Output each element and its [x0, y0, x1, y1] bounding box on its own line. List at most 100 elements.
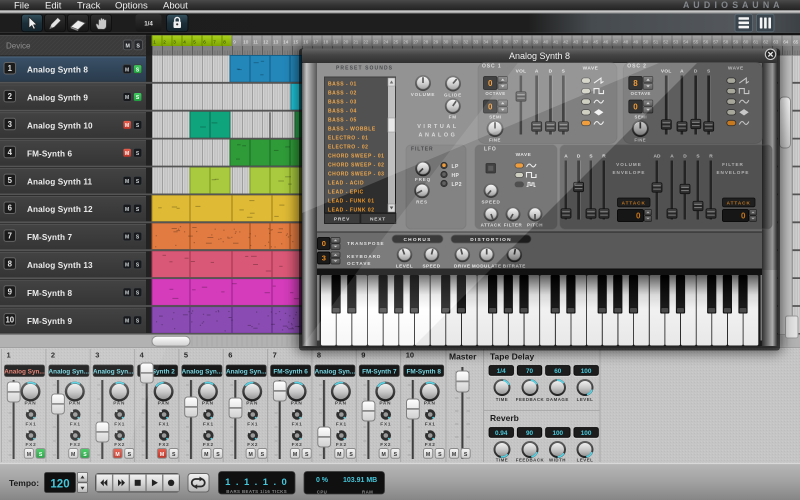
svg-text:43: 43 [573, 40, 579, 45]
svg-text:0: 0 [322, 239, 326, 248]
svg-text:FX2: FX2 [425, 442, 436, 447]
svg-text:7: 7 [8, 232, 12, 241]
svg-text:33: 33 [473, 40, 479, 45]
svg-text:M: M [337, 452, 341, 458]
svg-text:100: 100 [581, 368, 592, 375]
svg-text:62: 62 [763, 40, 769, 45]
svg-text:PAN: PAN [246, 401, 258, 406]
svg-text:FX2: FX2 [247, 442, 258, 447]
svg-text:Edit: Edit [45, 1, 62, 12]
svg-text:103.91 MB: 103.91 MB [343, 477, 377, 484]
svg-text:Analog Synth 11: Analog Synth 11 [27, 177, 93, 186]
svg-text:LEVEL: LEVEL [577, 457, 594, 462]
svg-text:5: 5 [184, 351, 188, 360]
svg-text:M: M [125, 123, 129, 129]
svg-text:FX1: FX1 [247, 421, 258, 426]
svg-text:14: 14 [283, 40, 289, 45]
svg-text:39: 39 [533, 40, 539, 45]
svg-text:1: 1 [153, 40, 156, 45]
svg-text:64: 64 [783, 40, 789, 45]
svg-text:36: 36 [503, 40, 509, 45]
svg-text:S: S [394, 452, 398, 458]
svg-text:M: M [125, 291, 129, 297]
svg-text:S: S [172, 452, 176, 458]
svg-text:Track: Track [77, 1, 101, 12]
svg-text:28: 28 [423, 40, 429, 45]
svg-text:1 . 1 . 1 . 0: 1 . 1 . 1 . 0 [225, 477, 288, 488]
svg-text:LEAD - FUNK 02: LEAD - FUNK 02 [328, 208, 375, 214]
svg-text:FX2: FX2 [336, 442, 347, 447]
svg-text:FX2: FX2 [203, 442, 214, 447]
svg-text:LEAD - FUNK 01: LEAD - FUNK 01 [328, 199, 375, 205]
svg-text:PREV: PREV [334, 217, 350, 223]
svg-text:FM-Synth 8: FM-Synth 8 [406, 369, 441, 376]
svg-text:19: 19 [333, 40, 339, 45]
svg-text:CPU: CPU [317, 490, 327, 495]
svg-text:DAMAGE: DAMAGE [546, 397, 569, 402]
svg-text:4: 4 [8, 148, 13, 157]
svg-text:M: M [125, 67, 129, 73]
svg-text:S: S [349, 452, 353, 458]
svg-text:38: 38 [523, 40, 529, 45]
svg-text:FM-Synth 6: FM-Synth 6 [273, 369, 308, 376]
svg-text:32: 32 [463, 40, 469, 45]
svg-text:M: M [125, 318, 129, 324]
svg-text:Analog Synth 8: Analog Synth 8 [509, 51, 570, 61]
svg-text:90: 90 [526, 430, 534, 437]
svg-text:PAN: PAN [379, 401, 391, 406]
svg-text:S: S [216, 452, 220, 458]
svg-text:10: 10 [243, 40, 249, 45]
svg-text:24: 24 [383, 40, 389, 45]
svg-text:2: 2 [8, 92, 13, 101]
svg-text:15: 15 [293, 40, 299, 45]
svg-text:BARS BEATS 1/16 TICKS: BARS BEATS 1/16 TICKS [226, 489, 287, 494]
svg-text:FX2: FX2 [159, 442, 170, 447]
svg-text:55: 55 [693, 40, 699, 45]
svg-text:Device: Device [6, 41, 31, 50]
svg-text:10: 10 [5, 315, 14, 324]
svg-text:60: 60 [743, 40, 749, 45]
svg-text:FX2: FX2 [380, 442, 391, 447]
svg-text:S: S [261, 452, 265, 458]
svg-text:S: S [128, 452, 132, 458]
svg-text:5: 5 [8, 176, 13, 185]
svg-text:RAM: RAM [362, 490, 373, 495]
svg-text:22: 22 [363, 40, 369, 45]
svg-text:PAN: PAN [158, 401, 170, 406]
svg-text:56: 56 [703, 40, 709, 45]
svg-text:31: 31 [453, 40, 459, 45]
svg-text:6: 6 [228, 351, 232, 360]
svg-text:M: M [160, 452, 164, 458]
svg-text:7: 7 [213, 40, 216, 45]
svg-text:M: M [293, 452, 297, 458]
svg-text:A U D I O S A U N A: A U D I O S A U N A [683, 0, 780, 10]
svg-text:Analog Syn...: Analog Syn... [182, 369, 223, 376]
svg-text:Tempo:: Tempo: [9, 478, 39, 488]
svg-text:M: M [125, 43, 130, 49]
svg-text:61: 61 [753, 40, 759, 45]
svg-text:FX1: FX1 [292, 421, 303, 426]
svg-text:70: 70 [526, 368, 534, 375]
svg-text:35: 35 [493, 40, 499, 45]
svg-text:52: 52 [663, 40, 669, 45]
svg-text:16: 16 [303, 40, 309, 45]
svg-text:48: 48 [623, 40, 629, 45]
svg-text:51: 51 [653, 40, 659, 45]
svg-text:120: 120 [50, 479, 69, 491]
svg-text:FEEDBACK: FEEDBACK [516, 457, 545, 462]
svg-text:18: 18 [323, 40, 329, 45]
svg-text:7: 7 [273, 351, 277, 360]
svg-text:FEEDBACK: FEEDBACK [516, 397, 545, 402]
svg-text:17: 17 [313, 40, 319, 45]
svg-text:S: S [438, 452, 442, 458]
svg-text:About: About [163, 1, 188, 12]
svg-text:25: 25 [393, 40, 399, 45]
svg-text:TIME: TIME [496, 457, 509, 462]
svg-text:47: 47 [613, 40, 619, 45]
svg-text:12: 12 [263, 40, 269, 45]
svg-text:Analog Synth 10: Analog Synth 10 [27, 122, 93, 131]
svg-text:1: 1 [8, 64, 13, 73]
svg-text:13: 13 [273, 40, 279, 45]
svg-text:LEVEL: LEVEL [577, 397, 594, 402]
svg-text:46: 46 [603, 40, 609, 45]
